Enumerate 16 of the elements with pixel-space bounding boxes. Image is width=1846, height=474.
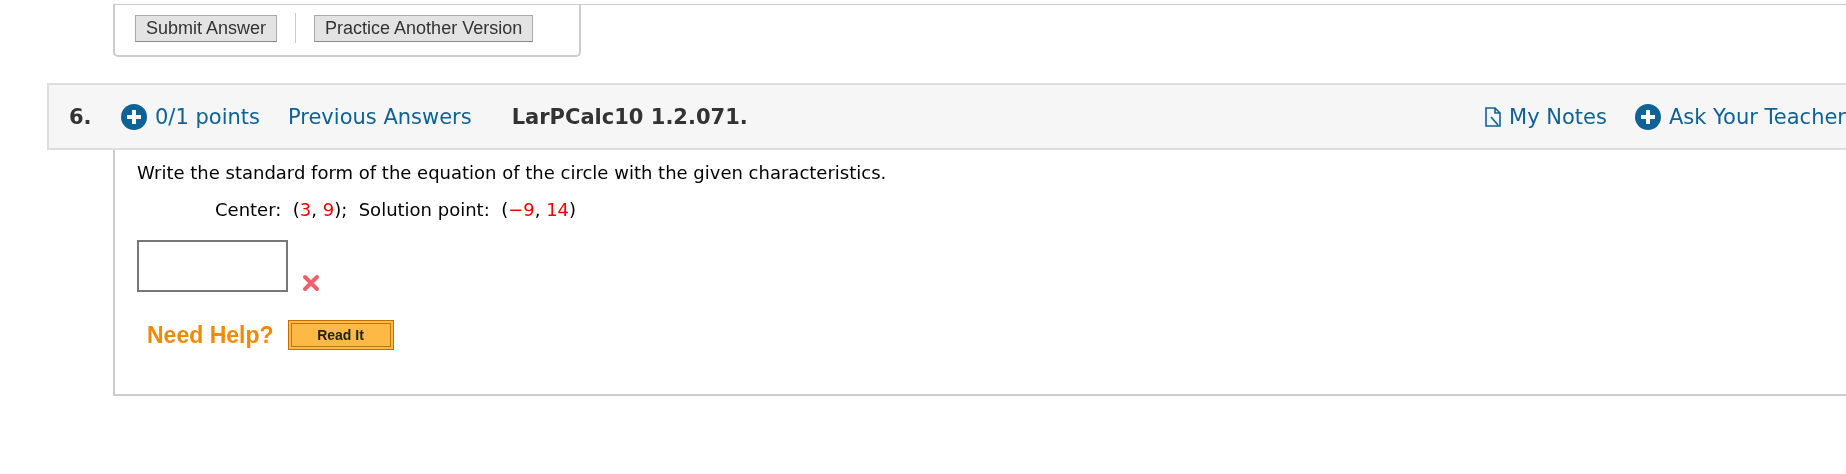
- previous-answers-link[interactable]: Previous Answers: [288, 104, 472, 129]
- answer-field[interactable]: [137, 240, 288, 292]
- practice-another-version-button[interactable]: Practice Another Version: [314, 14, 534, 42]
- plus-icon: [1634, 103, 1661, 130]
- question-prompt: Write the standard form of the equation of the circle with the given characteristics.: [137, 162, 888, 183]
- plus-icon: [121, 103, 147, 130]
- my-notes-link[interactable]: My Notes: [1485, 104, 1607, 129]
- question-source: LarPCalc10 1.2.071.: [511, 104, 748, 129]
- need-help-label: Need Help?: [147, 321, 274, 349]
- points-link[interactable]: 0/1 points: [121, 103, 260, 130]
- note-icon: [1485, 106, 1501, 127]
- ask-teacher-link[interactable]: Ask Your Teacher: [1634, 103, 1846, 130]
- read-it-button[interactable]: Read It: [287, 320, 394, 350]
- question-number: 6.: [69, 104, 93, 129]
- given-values: Center: (3, 9); Solution point: (−9, 14): [215, 199, 578, 220]
- submit-answer-button[interactable]: Submit Answer: [135, 14, 278, 42]
